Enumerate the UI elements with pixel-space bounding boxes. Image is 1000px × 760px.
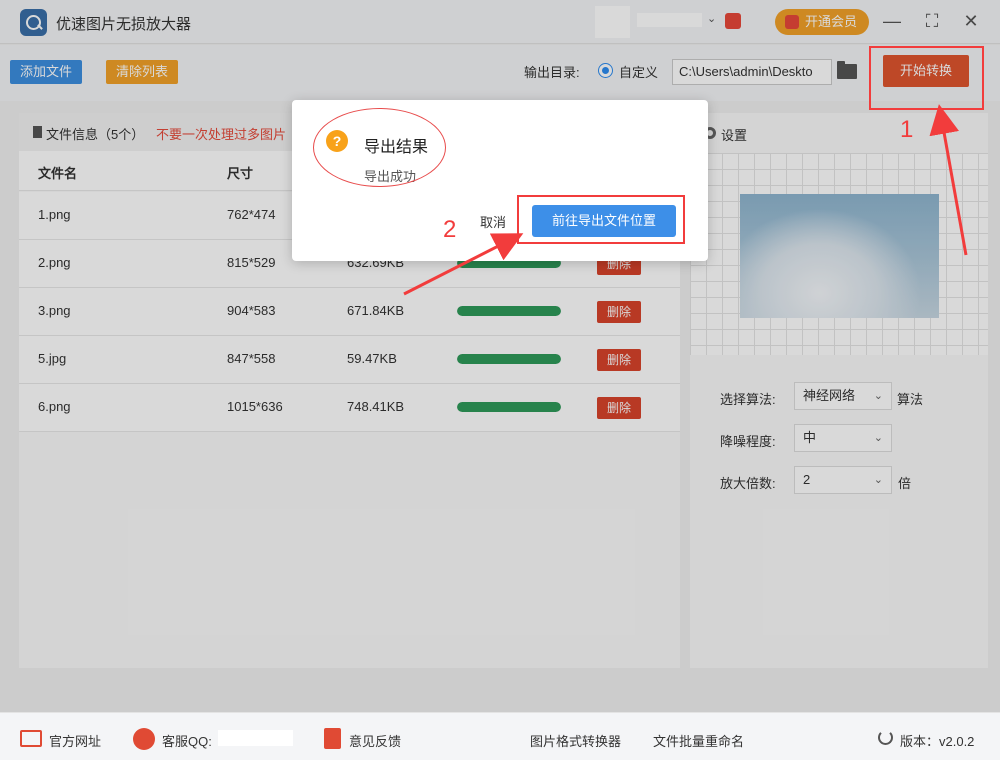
feedback-icon[interactable] [324, 728, 341, 749]
qq-support-link[interactable]: 客服QQ: [162, 731, 212, 750]
support-icon[interactable] [133, 728, 155, 750]
qq-number-mask [218, 730, 293, 746]
format-converter-link[interactable]: 图片格式转换器 [530, 731, 621, 750]
cancel-button[interactable]: 取消 [480, 212, 506, 231]
website-icon[interactable] [20, 730, 42, 747]
website-link[interactable]: 官方网址 [49, 731, 101, 750]
footer: 官方网址 客服QQ: 意见反馈 图片格式转换器 文件批量重命名 版本：v2.0.… [0, 712, 1000, 760]
step-number-1: 1 [900, 116, 914, 143]
highlight-box-open-location [517, 195, 685, 244]
highlight-ellipse [313, 108, 446, 187]
highlight-box-start [869, 46, 984, 110]
refresh-icon[interactable] [878, 730, 893, 745]
version-text: 版本：v2.0.2 [900, 734, 975, 749]
step-number-2: 2 [443, 216, 457, 243]
feedback-link[interactable]: 意见反馈 [349, 731, 401, 750]
batch-rename-link[interactable]: 文件批量重命名 [653, 731, 744, 750]
